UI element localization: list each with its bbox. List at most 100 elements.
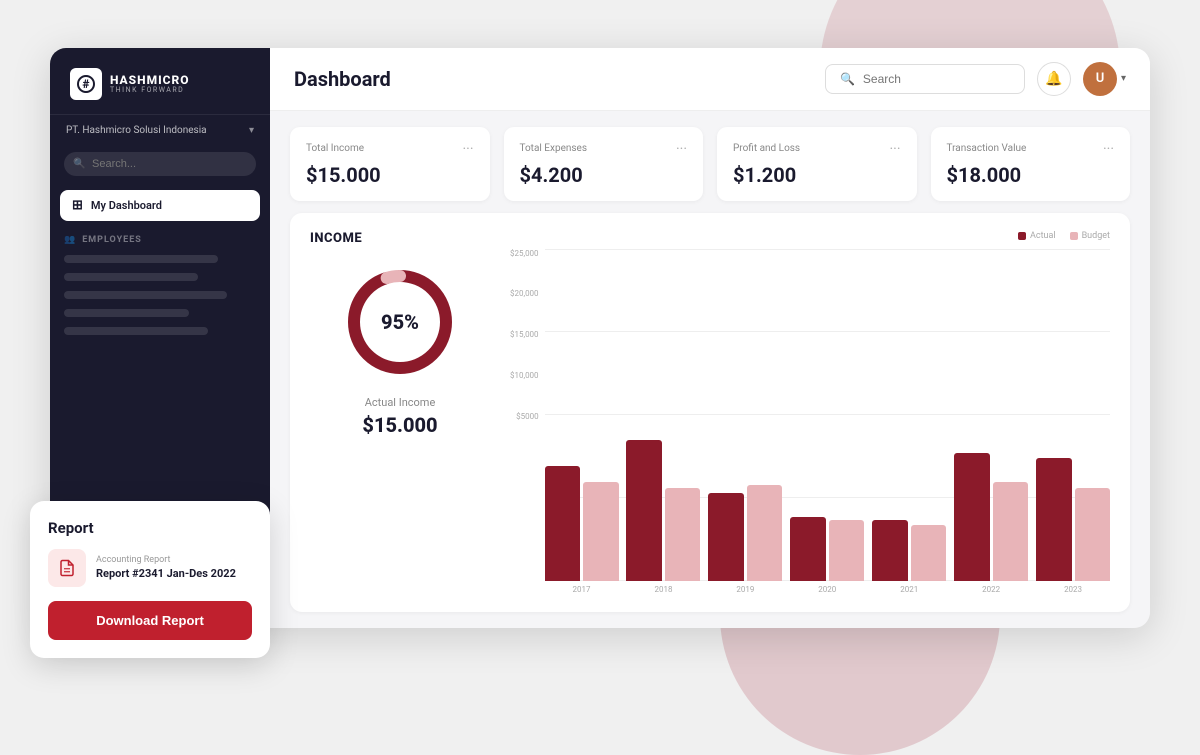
logo-tagline: THINK FORWARD	[110, 86, 190, 94]
legend-budget-dot	[1070, 232, 1078, 240]
y-label-25k: $25,000	[510, 249, 539, 258]
donut-center: 95%	[381, 310, 419, 334]
income-right: Actual Budget $25,000 $20,000 $15,0	[510, 231, 1110, 594]
avatar-button[interactable]: U ▾	[1083, 62, 1126, 96]
bar-actual-2	[708, 493, 743, 581]
bar-actual-6	[1036, 458, 1071, 581]
bar-budget-0	[583, 482, 618, 581]
chart-legend: Actual Budget	[510, 231, 1110, 241]
report-popup: Report Accounting Report Report #2341 Ja…	[30, 501, 270, 658]
bar-budget-2	[747, 485, 782, 581]
download-report-button[interactable]: Download Report	[48, 601, 252, 640]
bar-actual-1	[626, 440, 661, 581]
chevron-down-icon: ▾	[249, 125, 254, 136]
actual-income-value: $15.000	[362, 413, 437, 437]
sidebar-search: 🔍	[50, 146, 270, 186]
legend-actual-label: Actual	[1030, 231, 1056, 241]
stat-header-1: Total Expenses ···	[520, 141, 688, 157]
stat-value-1: $4.200	[520, 163, 688, 187]
bar-budget-5	[993, 482, 1028, 581]
stat-dots-1[interactable]: ···	[676, 141, 687, 157]
stat-dots-2[interactable]: ···	[890, 141, 901, 157]
stat-dots-3[interactable]: ···	[1103, 141, 1114, 157]
bar-group-0	[545, 466, 619, 581]
stat-value-3: $18.000	[947, 163, 1115, 187]
header-search-icon: 🔍	[840, 72, 855, 86]
bar-group-6	[1036, 458, 1110, 581]
avatar: U	[1083, 62, 1117, 96]
bar-group-5	[954, 453, 1028, 581]
logo-area: # HASHMICRO THINK FORWARD	[70, 68, 250, 100]
skeleton-bar-2	[64, 273, 198, 281]
actual-income-label: Actual Income	[365, 396, 436, 409]
header: Dashboard 🔍 🔔 U ▾	[270, 48, 1150, 111]
bar-actual-3	[790, 517, 825, 581]
svg-text:#: #	[83, 77, 90, 91]
bar-budget-6	[1075, 488, 1110, 581]
stats-row: Total Income ··· $15.000 Total Expenses …	[270, 111, 1150, 213]
x-label-3: 2020	[790, 585, 864, 594]
report-name: Report #2341 Jan-Des 2022	[96, 567, 252, 580]
section-employees-icon: 👥	[64, 235, 76, 245]
y-label-20k: $20,000	[510, 289, 539, 298]
header-right: 🔍 🔔 U ▾	[825, 62, 1126, 96]
header-search-bar: 🔍	[825, 64, 1025, 94]
stat-header-3: Transaction Value ···	[947, 141, 1115, 157]
bar-actual-0	[545, 466, 580, 581]
y-label-15k: $15,000	[510, 330, 539, 339]
legend-budget: Budget	[1070, 231, 1110, 241]
sidebar-search-input[interactable]	[64, 152, 256, 176]
avatar-chevron-icon: ▾	[1121, 73, 1126, 84]
report-type: Accounting Report	[96, 555, 252, 565]
dashboard-icon: ⊞	[72, 198, 83, 213]
bar-group-4	[872, 520, 946, 581]
logo-name: HASHMICRO	[110, 74, 190, 86]
bar-actual-4	[872, 520, 907, 581]
sidebar-logo: # HASHMICRO THINK FORWARD	[50, 48, 270, 115]
report-icon-wrap	[48, 549, 86, 587]
stat-card-0: Total Income ··· $15.000	[290, 127, 490, 201]
bar-budget-4	[911, 525, 946, 581]
stat-card-2: Profit and Loss ··· $1.200	[717, 127, 917, 201]
bell-icon: 🔔	[1045, 71, 1062, 87]
legend-actual: Actual	[1018, 231, 1056, 241]
bar-actual-5	[954, 453, 989, 581]
x-label-1: 2018	[626, 585, 700, 594]
nav-item-dashboard-label: My Dashboard	[91, 199, 162, 212]
company-name: PT. Hashmicro Solusi Indonesia	[66, 125, 207, 136]
main-content: Dashboard 🔍 🔔 U ▾ Total Income ···	[270, 48, 1150, 628]
stat-value-0: $15.000	[306, 163, 474, 187]
income-left: INCOME 95% Actual Income	[310, 231, 490, 594]
stat-header-0: Total Income ···	[306, 141, 474, 157]
report-popup-title: Report	[48, 519, 252, 537]
x-label-4: 2021	[872, 585, 946, 594]
skeleton-bar-5	[64, 327, 208, 335]
notification-bell-button[interactable]: 🔔	[1037, 62, 1071, 96]
bar-budget-1	[665, 488, 700, 581]
stat-label-0: Total Income	[306, 143, 364, 154]
hashmicro-logo-icon: #	[70, 68, 102, 100]
skeleton-bar-4	[64, 309, 189, 317]
app-container: # HASHMICRO THINK FORWARD PT. Hashmicro …	[50, 48, 1150, 628]
sidebar: # HASHMICRO THINK FORWARD PT. Hashmicro …	[50, 48, 270, 628]
section-employees-label: EMPLOYEES	[82, 235, 142, 245]
y-label-5k: $5000	[516, 412, 538, 421]
header-search-input[interactable]	[863, 72, 1010, 86]
sidebar-search-wrap: 🔍	[64, 152, 256, 176]
logo-text: HASHMICRO THINK FORWARD	[110, 74, 190, 94]
bar-group-3	[790, 517, 864, 581]
stat-label-3: Transaction Value	[947, 143, 1027, 154]
stat-dots-0[interactable]: ···	[463, 141, 474, 157]
chart-area: $25,000 $20,000 $15,000 $10,000 $5000	[510, 249, 1110, 594]
x-label-0: 2017	[545, 585, 619, 594]
y-label-10k: $10,000	[510, 371, 539, 380]
company-selector[interactable]: PT. Hashmicro Solusi Indonesia ▾	[50, 115, 270, 146]
skeleton-bar-3	[64, 291, 227, 299]
nav-item-dashboard[interactable]: ⊞ My Dashboard	[60, 190, 260, 221]
income-section: INCOME 95% Actual Income	[290, 213, 1130, 612]
document-icon	[58, 559, 76, 577]
report-item: Accounting Report Report #2341 Jan-Des 2…	[48, 549, 252, 587]
x-label-2: 2019	[708, 585, 782, 594]
bar-group-2	[708, 485, 782, 581]
stat-card-1: Total Expenses ··· $4.200	[504, 127, 704, 201]
